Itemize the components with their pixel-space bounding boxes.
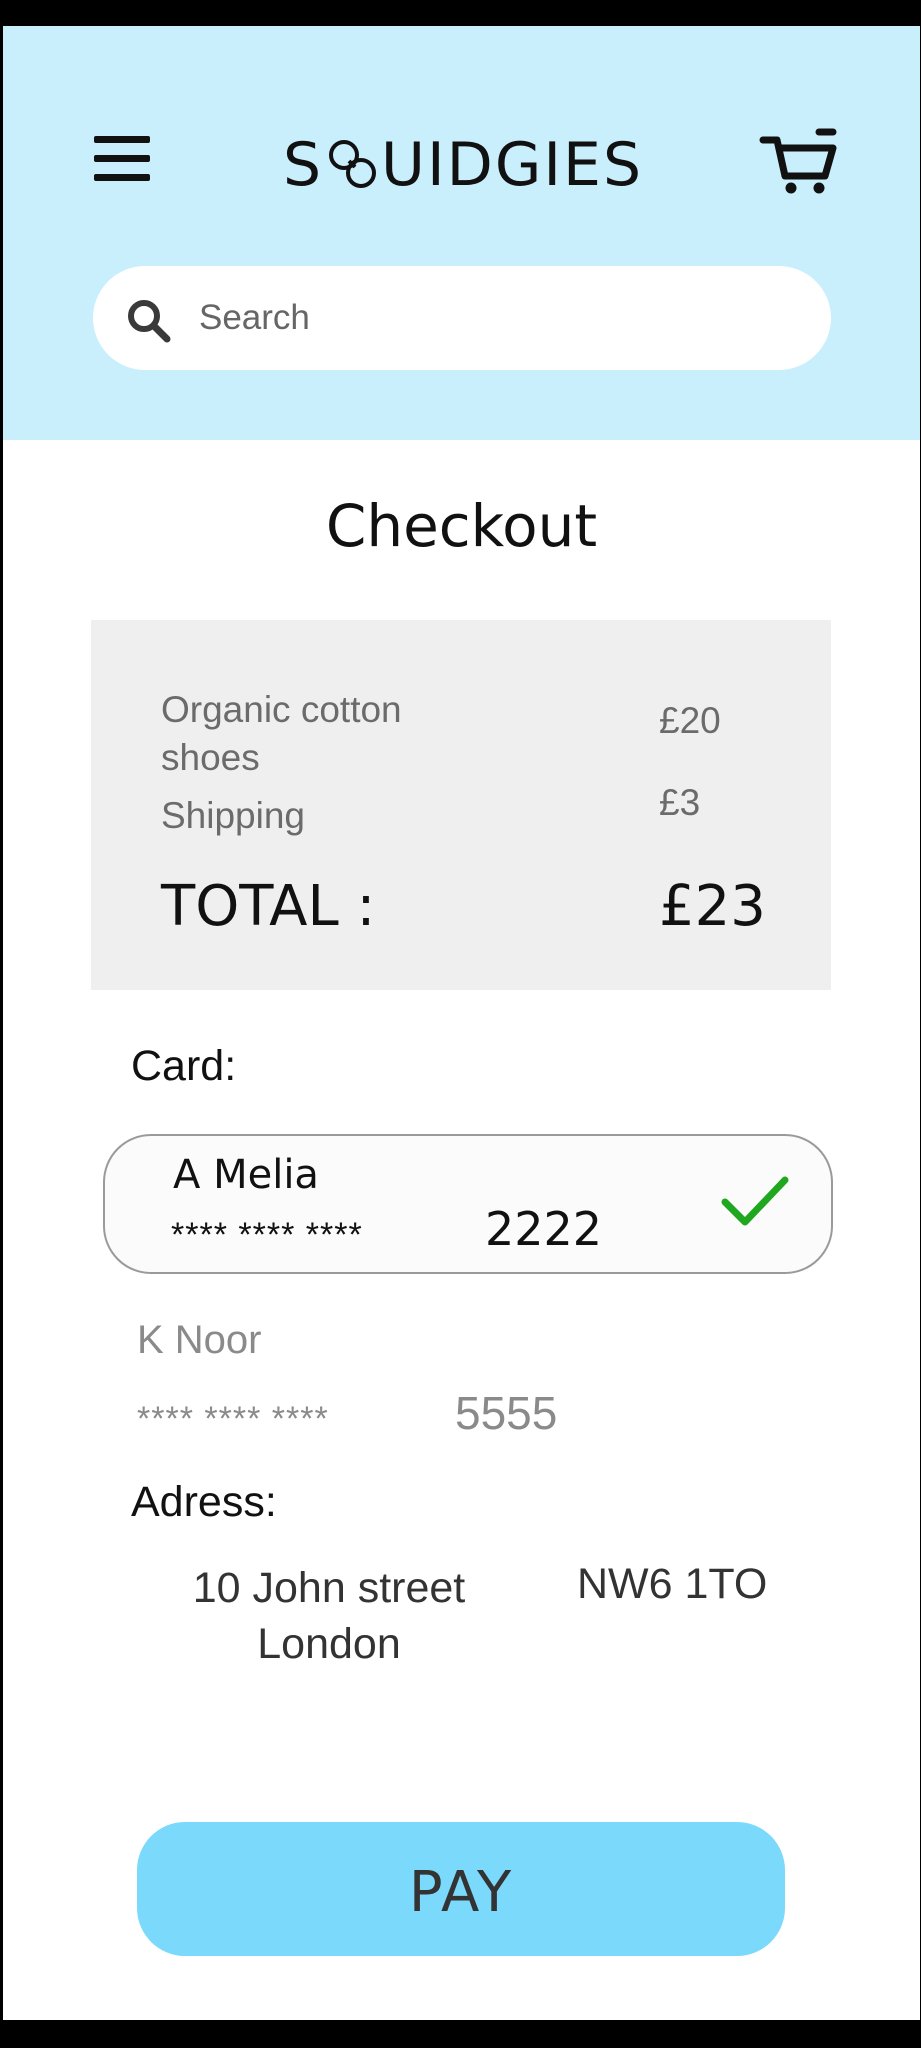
address-heading: Adress: — [131, 1478, 277, 1526]
total-label: TOTAL : — [161, 874, 376, 939]
brand-logo-first-letter: S — [282, 130, 324, 200]
card-last-four: 5555 — [455, 1387, 558, 1439]
card-option-selected[interactable]: A Melia **** **** **** 2222 — [103, 1134, 833, 1274]
item-name: Organic cotton shoes — [161, 689, 402, 778]
checkout-screen: S UIDGIES Search Checkout Organic cotton… — [3, 26, 920, 2020]
card-last-four: 2222 — [485, 1202, 603, 1256]
shipping-label: Shipping — [161, 795, 306, 836]
search-input[interactable]: Search — [93, 266, 831, 370]
order-summary: Organic cotton shoes £20 Shipping £3 TOT… — [91, 620, 831, 990]
card-number-mask: **** **** **** — [171, 1216, 363, 1254]
pay-button[interactable]: PAY — [137, 1822, 785, 1956]
page-title: Checkout — [325, 492, 598, 560]
app-header: S UIDGIES Search — [3, 26, 920, 440]
item-price: £20 — [659, 700, 721, 741]
card-option[interactable]: K Noor **** **** **** 5555 — [137, 1318, 797, 1458]
address-postcode: NW6 1TO — [577, 1560, 768, 1608]
total-value: £23 — [659, 874, 766, 939]
hamburger-menu-icon[interactable] — [92, 134, 152, 184]
card-holder-name: A Melia — [173, 1152, 319, 1198]
search-placeholder: Search — [199, 298, 310, 337]
card-heading: Card: — [131, 1042, 237, 1090]
shipping-price: £3 — [659, 782, 701, 823]
address-street: 10 John street London — [192, 1564, 466, 1668]
brand-logo[interactable]: S UIDGIES — [233, 130, 693, 200]
brand-logo-q-icon — [329, 140, 377, 188]
search-icon — [128, 300, 171, 343]
card-holder-name: K Noor — [137, 1318, 262, 1362]
card-number-mask: **** **** **** — [137, 1400, 329, 1438]
pay-button-label: PAY — [408, 1860, 514, 1925]
checkmark-icon — [721, 1176, 789, 1226]
shopping-cart-icon[interactable] — [759, 126, 837, 196]
brand-logo-rest: UIDGIES — [381, 130, 644, 200]
